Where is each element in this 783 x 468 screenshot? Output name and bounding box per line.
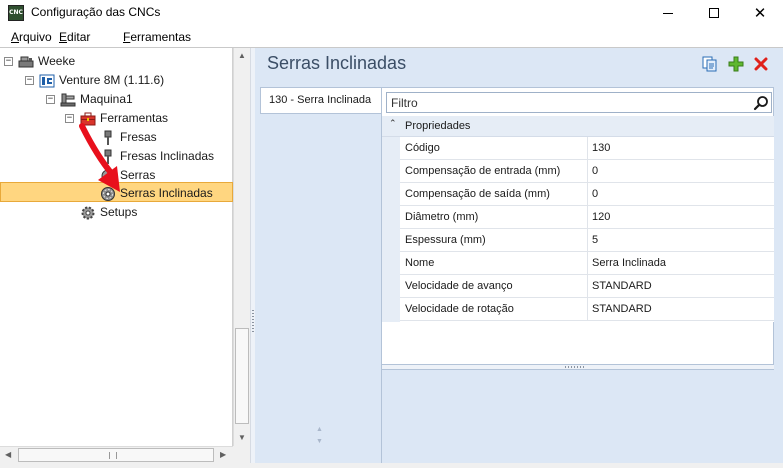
property-name: Espessura (mm) bbox=[405, 234, 486, 246]
scroll-thumb[interactable] bbox=[18, 448, 214, 462]
close-button[interactable]: ✕ bbox=[737, 0, 783, 26]
chevron-up-icon[interactable]: ⌃ bbox=[389, 119, 397, 129]
property-row[interactable]: Nome Serra Inclinada bbox=[400, 252, 774, 275]
annotation-arrow-icon bbox=[79, 123, 120, 192]
column-divider bbox=[587, 275, 588, 298]
scroll-right-icon[interactable]: ▶ bbox=[220, 450, 226, 459]
tree-vertical-scrollbar[interactable]: ▲ ▼ bbox=[233, 48, 250, 446]
property-value[interactable]: 0 bbox=[592, 188, 598, 200]
scroll-down-icon[interactable]: ▼ bbox=[238, 433, 246, 442]
column-divider bbox=[587, 206, 588, 229]
property-value[interactable]: 5 bbox=[592, 234, 598, 246]
tab-label: 130 - Serra Inclinada bbox=[269, 94, 372, 106]
property-row[interactable]: Velocidade de avanço STANDARD bbox=[400, 275, 774, 298]
tree-item-venture[interactable]: − Venture 8M (1.11.6) bbox=[0, 71, 233, 90]
page-title: Serras Inclinadas bbox=[267, 53, 407, 73]
window-title: Configuração das CNCs bbox=[31, 5, 161, 19]
scroll-left-icon[interactable]: ◀ bbox=[5, 450, 11, 459]
delete-icon[interactable] bbox=[752, 55, 770, 73]
minimize-icon bbox=[663, 12, 673, 14]
property-name: Velocidade de avanço bbox=[405, 280, 513, 292]
grid-gutter bbox=[382, 137, 400, 322]
property-value[interactable]: STANDARD bbox=[592, 280, 652, 292]
description-area bbox=[382, 370, 774, 463]
category-row[interactable]: ⌃ Propriedades bbox=[382, 116, 774, 137]
property-name: Velocidade de rotação bbox=[405, 303, 514, 315]
property-name: Diâmetro (mm) bbox=[405, 211, 479, 223]
add-icon[interactable] bbox=[727, 55, 745, 73]
machine-icon bbox=[18, 56, 34, 68]
tab-130-serra-inclinada[interactable]: 130 - Serra Inclinada bbox=[260, 87, 382, 114]
copy-icon[interactable] bbox=[701, 55, 719, 73]
property-row[interactable]: Compensação de entrada (mm) 0 bbox=[400, 160, 774, 183]
property-row[interactable]: Velocidade de rotação STANDARD bbox=[400, 298, 774, 321]
close-icon: ✕ bbox=[753, 3, 767, 22]
tree-item-label: Venture 8M (1.11.6) bbox=[59, 73, 165, 87]
column-divider bbox=[587, 160, 588, 183]
property-grid: ⌃ Propriedades Código 130 Compensação de… bbox=[382, 116, 774, 322]
collapse-toggle[interactable]: − bbox=[25, 76, 34, 85]
property-row[interactable]: Compensação de saída (mm) 0 bbox=[400, 183, 774, 206]
tree-item-label: Weeke bbox=[38, 54, 76, 68]
property-value[interactable]: STANDARD bbox=[592, 303, 652, 315]
collapse-toggle[interactable]: − bbox=[4, 57, 13, 66]
grip-icon bbox=[565, 366, 585, 368]
property-row[interactable]: Espessura (mm) 5 bbox=[400, 229, 774, 252]
minimize-button[interactable] bbox=[645, 0, 691, 26]
column-divider bbox=[587, 137, 588, 160]
category-label: Propriedades bbox=[405, 120, 471, 132]
property-value[interactable]: 0 bbox=[592, 165, 598, 177]
cnc-icon bbox=[39, 74, 55, 88]
maximize-button[interactable] bbox=[691, 0, 737, 26]
menu-bar: Arquivo Editar Ferramentas bbox=[0, 26, 783, 48]
property-value[interactable]: Serra Inclinada bbox=[592, 257, 666, 269]
property-name: Compensação de saída (mm) bbox=[405, 188, 550, 200]
properties-panel: ⌃ Propriedades Código 130 Compensação de… bbox=[381, 87, 774, 463]
tree-panel: − Weeke − Venture 8M (1.11.6) − Maquina1… bbox=[0, 48, 233, 446]
search-icon[interactable] bbox=[753, 95, 769, 111]
property-value[interactable]: 120 bbox=[592, 211, 610, 223]
property-name: Código bbox=[405, 142, 440, 154]
content-area: Serras Inclinadas 130 - Serra Inclinada … bbox=[255, 48, 783, 463]
property-value[interactable]: 130 bbox=[592, 142, 610, 154]
tab-list: 130 - Serra Inclinada ▲ ▼ bbox=[259, 86, 382, 456]
scroll-up-icon[interactable]: ▲ bbox=[238, 51, 246, 60]
grip-icon bbox=[109, 452, 117, 459]
tab-scroll-up-icon[interactable]: ▲ bbox=[316, 426, 323, 433]
window-bottom-edge bbox=[0, 463, 783, 468]
column-divider bbox=[587, 252, 588, 275]
menu-editar[interactable]: Editar bbox=[59, 30, 90, 44]
menu-arquivo[interactable]: Arquivo bbox=[11, 30, 52, 44]
property-name: Nome bbox=[405, 257, 435, 269]
filter-input[interactable] bbox=[387, 93, 747, 112]
app-icon: CNC bbox=[8, 5, 24, 21]
column-divider bbox=[587, 298, 588, 321]
maximize-icon bbox=[709, 8, 719, 18]
collapse-toggle[interactable]: − bbox=[46, 95, 55, 104]
tree-horizontal-scrollbar[interactable]: ◀ ▶ bbox=[0, 446, 233, 463]
menu-ferramentas[interactable]: Ferramentas bbox=[123, 30, 191, 44]
property-name: Compensação de entrada (mm) bbox=[405, 165, 561, 177]
property-row[interactable]: Diâmetro (mm) 120 bbox=[400, 206, 774, 229]
column-divider bbox=[587, 229, 588, 252]
tab-scroll-down-icon[interactable]: ▼ bbox=[316, 438, 323, 445]
grip-icon bbox=[252, 310, 254, 332]
column-divider bbox=[587, 183, 588, 206]
property-row[interactable]: Código 130 bbox=[400, 137, 774, 160]
filter-box bbox=[386, 92, 772, 113]
tree-item-weeke[interactable]: − Weeke bbox=[0, 52, 233, 71]
title-bar: CNC Configuração das CNCs ✕ bbox=[0, 0, 783, 26]
scroll-thumb[interactable] bbox=[235, 328, 249, 424]
